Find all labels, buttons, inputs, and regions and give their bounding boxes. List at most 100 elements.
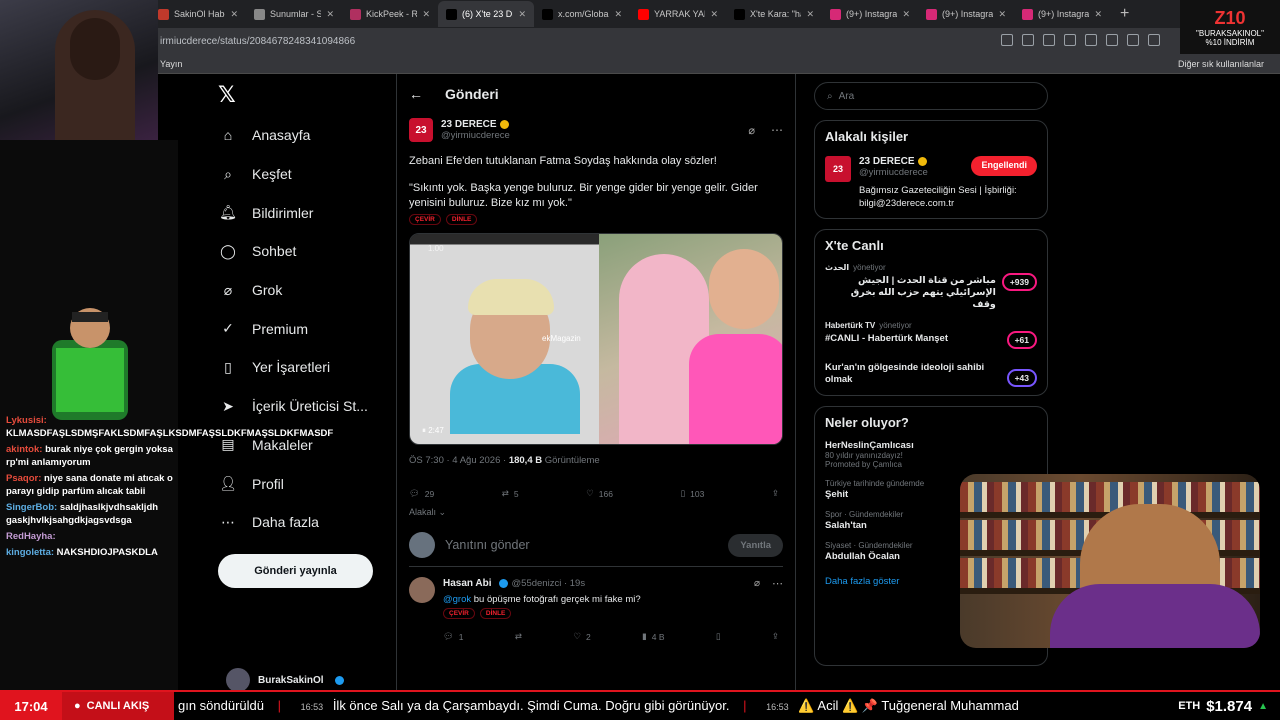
- extension-icon[interactable]: [1127, 34, 1139, 46]
- close-tab-icon[interactable]: ✕: [806, 9, 814, 20]
- extension-icon[interactable]: [1064, 34, 1076, 46]
- chat-username[interactable]: SingerBob:: [6, 502, 57, 513]
- like-button[interactable]: ♡ 2: [573, 631, 590, 642]
- translate-tag[interactable]: ÇEVİR: [443, 608, 475, 619]
- author-handle[interactable]: @yirmiucderece: [441, 130, 740, 141]
- more-options-icon[interactable]: ⋯: [771, 123, 783, 137]
- chat-username[interactable]: RedHayha:: [6, 531, 56, 542]
- repost-button[interactable]: ⇄ 5: [502, 488, 519, 499]
- account-switcher[interactable]: BurakSakinOl: [226, 668, 344, 692]
- translate-tag[interactable]: ÇEVİR: [409, 214, 441, 225]
- chat-username[interactable]: kingoletta:: [6, 547, 54, 558]
- listen-tag[interactable]: DİNLE: [479, 608, 512, 619]
- extension-icon[interactable]: [1022, 34, 1034, 46]
- close-tab-icon[interactable]: ✕: [518, 9, 526, 20]
- browser-tab[interactable]: X'te Kara: "hayat ✕: [726, 1, 822, 27]
- browser-tab[interactable]: YARRAK YARRAK ✕: [630, 1, 726, 27]
- post-media[interactable]: 1.00 ekMagazin ⏸ 2:47: [409, 233, 783, 445]
- browser-tab[interactable]: (9+) Instagram ✕: [918, 1, 1014, 27]
- reply-submit-button[interactable]: Yanıtla: [728, 533, 783, 557]
- author-name[interactable]: 23 DERECE: [441, 119, 497, 130]
- avatar[interactable]: 23: [825, 156, 851, 182]
- star-icon[interactable]: [1043, 34, 1055, 46]
- live-item[interactable]: Kur'an'ın gölgesinde ideoloji sahibi olm…: [825, 359, 1037, 387]
- user-name[interactable]: 23 DERECE: [859, 156, 915, 167]
- live-item[interactable]: Habertürk TV yönetiyor #CANLI - Habertürk …: [825, 321, 1037, 349]
- reply-post[interactable]: Hasan Abi @55denizci · 19s ⌀ ⋯ @grok bu …: [397, 567, 795, 642]
- promoted-trend[interactable]: HerNeslinÇamlıcası 80 yıldır yanınızdayı…: [825, 440, 1037, 469]
- sidebar-item-rocket[interactable]: ➤ İçerik Üreticisi St...: [218, 387, 398, 426]
- search-input[interactable]: ⌕ Ara: [814, 82, 1048, 110]
- listen-tag[interactable]: DİNLE: [445, 214, 478, 225]
- x-logo[interactable]: 𝕏: [218, 74, 398, 116]
- live-listener-count[interactable]: +43: [1006, 369, 1037, 387]
- repost-button[interactable]: ⇄: [515, 631, 522, 642]
- close-tab-icon[interactable]: ✕: [1094, 9, 1102, 20]
- sidebar-item-more[interactable]: ⋯ Daha fazla: [218, 503, 398, 542]
- post-button[interactable]: Gönderi yayınla: [218, 554, 373, 588]
- live-listener-count[interactable]: +61: [1006, 331, 1037, 349]
- url-text[interactable]: irmiucderece/status/2084678248341094866: [160, 36, 355, 47]
- sidebar-item-person[interactable]: 👤︎ Profil: [218, 464, 398, 503]
- sidebar-item-premium[interactable]: ✓ Premium: [218, 309, 398, 348]
- extension-icon[interactable]: [1001, 34, 1013, 46]
- browser-tab[interactable]: (9+) Instagram ✕: [1014, 1, 1110, 27]
- reply-input[interactable]: Yanıtını gönder: [445, 538, 718, 552]
- bookmark-other[interactable]: Diğer sık kullanılanlar: [1178, 59, 1264, 69]
- extension-icon[interactable]: [1106, 34, 1118, 46]
- close-tab-icon[interactable]: ✕: [902, 9, 910, 20]
- grok-icon[interactable]: ⌀: [754, 578, 760, 589]
- close-tab-icon[interactable]: ✕: [710, 9, 718, 20]
- more-options-icon[interactable]: ⋯: [772, 577, 783, 590]
- sidebar-item-search[interactable]: ⌕ Keşfet: [218, 155, 398, 194]
- extension-icon[interactable]: [1085, 34, 1097, 46]
- avatar[interactable]: [409, 577, 435, 603]
- photo-thumbnail[interactable]: [599, 234, 782, 444]
- post-time[interactable]: ÖS 7:30 · 4 Ağu 2026 ·: [409, 455, 506, 466]
- close-tab-icon[interactable]: ✕: [326, 9, 334, 20]
- live-listener-count[interactable]: +939: [1001, 273, 1037, 291]
- browser-tab[interactable]: x.com/Globalsta ✕: [534, 1, 630, 27]
- reply-button[interactable]: 💬︎ 29: [409, 488, 434, 499]
- sidebar-item-grok[interactable]: ⌀ Grok: [218, 271, 398, 310]
- browser-tab[interactable]: KickPeek - Real-t ✕: [342, 1, 438, 27]
- avatar[interactable]: 23: [409, 118, 433, 142]
- browser-tab[interactable]: (9+) Instagram ✕: [822, 1, 918, 27]
- sidebar-item-chat[interactable]: ◯ Sohbet: [218, 232, 398, 271]
- reply-button[interactable]: 💬︎ 1: [443, 631, 464, 642]
- video-thumbnail[interactable]: 1.00 ekMagazin ⏸ 2:47: [410, 234, 599, 444]
- close-tab-icon[interactable]: ✕: [998, 9, 1006, 20]
- chat-username[interactable]: Psaqor:: [6, 473, 41, 484]
- share-button[interactable]: ⇪: [772, 488, 779, 499]
- browser-tab[interactable]: SakinOl Haber M ✕: [150, 1, 246, 27]
- user-handle[interactable]: @yirmiucderece: [859, 167, 928, 178]
- back-arrow-icon[interactable]: ←: [409, 86, 423, 102]
- chat-username[interactable]: akintok:: [6, 444, 42, 455]
- like-button[interactable]: ♡ 166: [586, 488, 613, 499]
- blocked-button[interactable]: Engellendi: [971, 156, 1037, 176]
- bookmark-button[interactable]: ▯: [716, 631, 721, 642]
- author-handle[interactable]: @55denizci · 19s: [512, 578, 586, 589]
- extension-icon[interactable]: [1148, 34, 1160, 46]
- live-item[interactable]: الحدث yönetiyor مباشر من قناة الحدث | الجي…: [825, 263, 1037, 311]
- bookmark-icon: ▯: [680, 488, 686, 498]
- bookmark-button[interactable]: ▯ 103: [680, 488, 704, 499]
- address-bar[interactable]: irmiucderece/status/2084678248341094866: [0, 28, 1280, 54]
- mention-link[interactable]: @grok: [443, 594, 471, 605]
- views-button[interactable]: ▮ 4 B: [642, 631, 664, 642]
- close-tab-icon[interactable]: ✕: [230, 9, 238, 20]
- author-name[interactable]: Hasan Abi: [443, 578, 492, 589]
- related-dropdown[interactable]: Alakalı ⌄: [409, 507, 783, 518]
- sidebar-item-bell[interactable]: 🔔︎ Bildirimler: [218, 193, 398, 232]
- chat-username[interactable]: Lykusisi:: [6, 415, 47, 426]
- sidebar-item-home[interactable]: ⌂ Anasayfa: [218, 116, 398, 155]
- share-button[interactable]: ⇪: [772, 631, 779, 642]
- close-tab-icon[interactable]: ✕: [422, 9, 430, 20]
- browser-tab[interactable]: (6) X'te 23 DERE ✕: [438, 1, 534, 27]
- close-tab-icon[interactable]: ✕: [614, 9, 622, 20]
- grok-icon[interactable]: ⌀: [748, 124, 755, 137]
- new-tab-icon[interactable]: +: [1120, 5, 1129, 23]
- bookmark-yayin[interactable]: Yayın: [160, 59, 182, 69]
- sidebar-item-bookmark[interactable]: ▯ Yer İşaretleri: [218, 348, 398, 387]
- browser-tab[interactable]: Sunumlar - Sakin ✕: [246, 1, 342, 27]
